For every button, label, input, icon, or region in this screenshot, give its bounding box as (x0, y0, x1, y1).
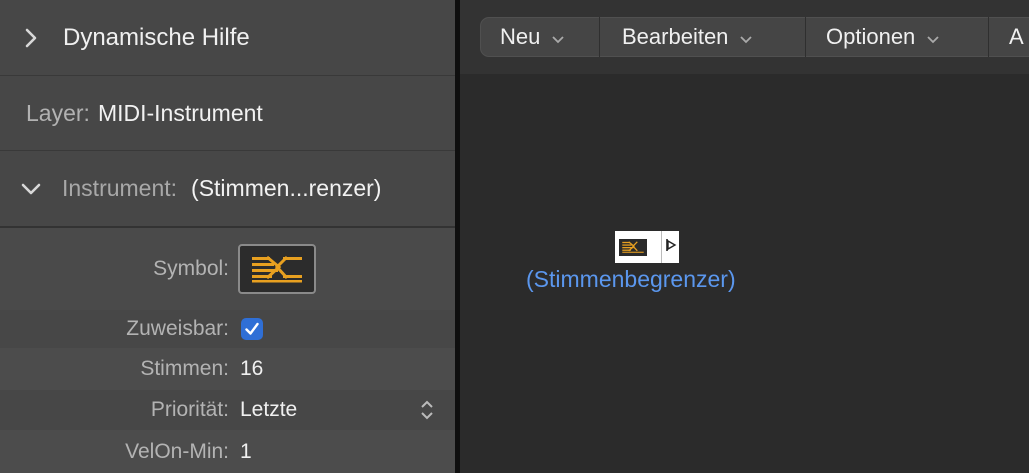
chevron-right-icon[interactable] (18, 25, 44, 51)
chevron-down-icon (740, 24, 753, 50)
dynamic-help-title: Dynamische Hilfe (63, 23, 250, 51)
instrument-label: Instrument: (62, 175, 178, 201)
chevron-down-icon[interactable] (18, 176, 44, 202)
assignable-checkbox[interactable] (241, 318, 263, 340)
instrument-header[interactable]: Instrument: (Stimmen...renzer) (0, 151, 455, 228)
priority-value[interactable]: Letzte (240, 398, 297, 422)
assignable-row: Zuweisbar: (0, 310, 455, 348)
object-name-label[interactable]: (Stimmenbegrenzer) (526, 266, 736, 293)
local-menubar: Neu Bearbeiten Optionen A (460, 0, 1029, 74)
up-down-stepper-icon[interactable] (419, 398, 435, 427)
output-port-icon[interactable] (665, 238, 677, 257)
voices-label: Stimmen: (140, 357, 229, 380)
priority-label: Priorität: (150, 398, 229, 421)
voice-limiter-object[interactable] (615, 231, 679, 263)
menu-options-label: Optionen (826, 24, 916, 49)
symbol-button[interactable] (238, 244, 316, 294)
assignable-label: Zuweisbar: (126, 317, 229, 340)
dynamic-help-header[interactable]: Dynamische Hilfe (0, 0, 455, 76)
symbol-label: Symbol: (153, 257, 229, 280)
environment-area: Neu Bearbeiten Optionen A (Stimmenbegren… (460, 0, 1029, 473)
velon-min-row: VelOn-Min: 1 (0, 430, 455, 473)
velon-min-label: VelOn-Min: (125, 439, 229, 463)
menu-edit-label: Bearbeiten (622, 24, 729, 49)
menu-view[interactable]: A (989, 17, 1024, 57)
menu-new-label: Neu (500, 24, 541, 49)
menu-new[interactable]: Neu (481, 17, 600, 57)
object-separator (661, 231, 662, 263)
layer-label: Layer: (26, 99, 90, 126)
symbol-row: Symbol: (0, 228, 455, 310)
layer-row: Layer: MIDI-Instrument (0, 76, 455, 151)
inspector-panel: Dynamische Hilfe Layer: MIDI-Instrument … (0, 0, 455, 473)
voice-limiter-icon (252, 255, 302, 283)
menu-pill: Neu Bearbeiten Optionen A (480, 17, 1029, 57)
instrument-value: (Stimmen...renzer) (191, 175, 382, 201)
menu-options[interactable]: Optionen (806, 17, 989, 57)
voices-row: Stimmen: 16 (0, 348, 455, 390)
menu-view-label: A (1009, 24, 1024, 49)
voices-value[interactable]: 16 (240, 357, 263, 381)
priority-row[interactable]: Priorität: Letzte (0, 390, 455, 430)
layer-value: MIDI-Instrument (97, 99, 263, 126)
velon-min-value[interactable]: 1 (240, 440, 252, 464)
chevron-down-icon (552, 24, 564, 50)
menu-edit[interactable]: Bearbeiten (600, 17, 806, 57)
checkmark-icon (245, 322, 259, 335)
chevron-down-icon (927, 24, 939, 50)
voice-limiter-icon (619, 238, 647, 256)
